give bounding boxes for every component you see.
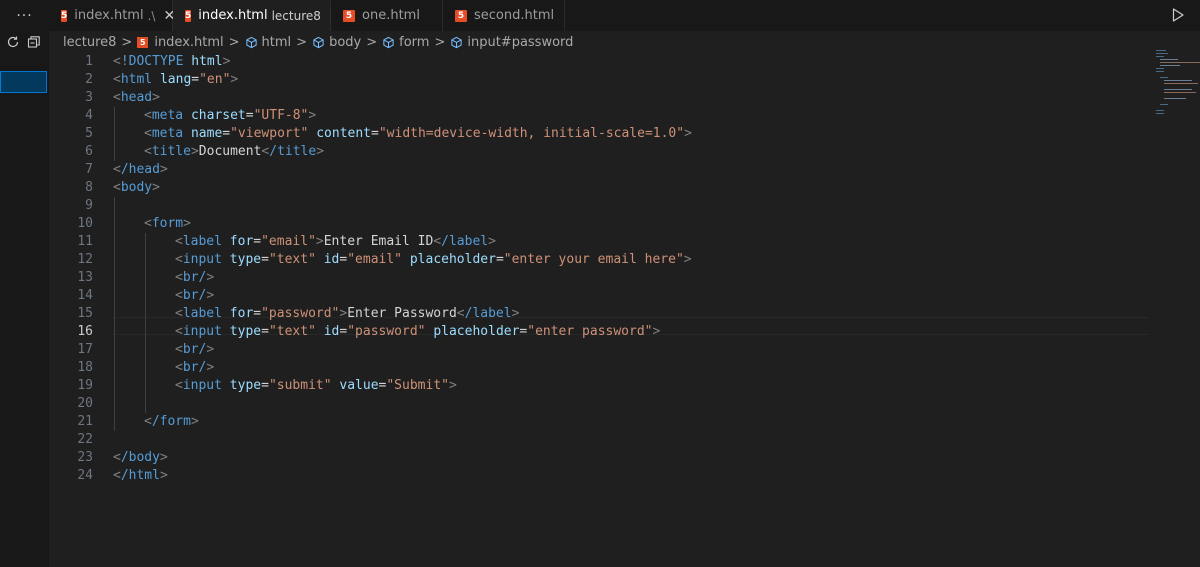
line-number: 12 [77, 252, 93, 267]
line-number: 8 [85, 180, 93, 195]
code-line-15[interactable]: <label for="password">Enter Password</la… [175, 305, 519, 323]
code-line-7[interactable]: </head> [113, 161, 168, 179]
line-number: 17 [77, 342, 93, 357]
minimap[interactable] [1154, 49, 1200, 119]
code-line-1[interactable]: <!DOCTYPE html> [113, 53, 230, 71]
code-line-4[interactable]: <meta charset="UTF-8"> [144, 107, 316, 125]
cube-icon [383, 36, 394, 48]
indent-guide [145, 233, 146, 413]
line-number: 7 [85, 162, 93, 177]
chevron-right-icon: > [434, 34, 446, 50]
html5-icon: 5 [455, 9, 467, 22]
code-line-14[interactable]: <br/> [175, 287, 214, 305]
line-number: 18 [77, 360, 93, 375]
chevron-right-icon: > [296, 34, 308, 50]
indent-guide [114, 197, 115, 431]
code-line-17[interactable]: <br/> [175, 341, 214, 359]
collapse-all-icon[interactable] [25, 33, 43, 51]
breadcrumb-body[interactable]: body [329, 35, 361, 50]
code-line-3[interactable]: <head> [113, 89, 160, 107]
tab-description: lecture8 [271, 8, 321, 23]
tab-label: one.html [362, 8, 420, 23]
code-line-23[interactable]: </body> [113, 449, 168, 467]
more-actions-icon[interactable]: ··· [0, 0, 49, 31]
code-line-5[interactable]: <meta name="viewport" content="width=dev… [144, 125, 692, 143]
breadcrumb-form[interactable]: form [399, 35, 429, 50]
cube-icon [451, 36, 463, 48]
html5-icon: 5 [185, 9, 192, 22]
chevron-right-icon: > [366, 34, 378, 50]
line-number: 4 [85, 108, 93, 123]
chevron-right-icon: > [228, 34, 240, 50]
tab-label: index.html [74, 8, 144, 23]
code-line-13[interactable]: <br/> [175, 269, 214, 287]
indent-guide [114, 107, 115, 161]
code-line-19[interactable]: <input type="submit" value="Submit"> [175, 377, 457, 395]
html5-icon: 5 [61, 9, 68, 22]
breadcrumb-html[interactable]: html [262, 35, 292, 50]
cube-icon [313, 36, 324, 48]
tab-description: .\ [147, 8, 156, 23]
code-line-24[interactable]: </html> [113, 467, 168, 485]
breadcrumb-file[interactable]: index.html [154, 35, 223, 50]
code-line-8[interactable]: <body> [113, 179, 160, 197]
line-number: 10 [77, 216, 93, 231]
code-line-11[interactable]: <label for="email">Enter Email ID</label… [175, 233, 496, 251]
code-line-18[interactable]: <br/> [175, 359, 214, 377]
line-number: 11 [77, 234, 93, 249]
play-icon[interactable] [1170, 7, 1186, 23]
line-number: 21 [77, 414, 93, 429]
code-line-16[interactable]: <input type="text" id="password" placeho… [175, 323, 660, 341]
line-number: 14 [77, 288, 93, 303]
refresh-icon[interactable] [4, 33, 22, 51]
tab-one-html[interactable]: 5 one.html [331, 0, 443, 31]
code-line-12[interactable]: <input type="text" id="email" placeholde… [175, 251, 692, 269]
tab-second-html[interactable]: 5 second.html [443, 0, 565, 31]
cube-icon [245, 36, 257, 48]
tab-label: second.html [474, 8, 555, 23]
line-number: 22 [77, 432, 93, 447]
breadcrumb: lecture8 > 5 index.html > html > body > … [49, 31, 1200, 53]
code-line-6[interactable]: <title>Document</title> [144, 143, 324, 161]
html5-icon: 5 [343, 9, 355, 22]
line-number: 5 [85, 126, 93, 141]
line-number: 9 [85, 198, 93, 213]
code-editor[interactable]: 1 2 3 4 5 6 7 8 9 10 11 12 13 14 15 16 1… [49, 53, 1200, 567]
line-number: 24 [77, 468, 93, 483]
breadcrumb-folder[interactable]: lecture8 [63, 35, 116, 50]
line-number-active: 16 [77, 324, 93, 339]
tab-index-html-lecture8[interactable]: 5 index.html lecture8 ✕ [173, 0, 341, 31]
tab-index-html-root[interactable]: 5 index.html .\ ✕ [49, 0, 175, 31]
code-line-21[interactable]: </form> [144, 413, 199, 431]
code-line-2[interactable]: <html lang="en"> [113, 71, 238, 89]
chevron-right-icon: > [121, 34, 133, 50]
tab-bar: 5 index.html .\ ✕ 5 index.html lecture8 … [49, 0, 1200, 31]
line-number: 2 [85, 72, 93, 87]
breadcrumb-input-password[interactable]: input#password [467, 35, 573, 50]
left-panel-strip: ··· [0, 0, 50, 567]
html5-icon: 5 [137, 36, 149, 48]
line-number: 1 [85, 54, 93, 69]
line-number: 3 [85, 90, 93, 105]
selected-explorer-item[interactable] [0, 71, 47, 93]
line-number: 23 [77, 450, 93, 465]
line-number: 19 [77, 378, 93, 393]
line-number: 20 [77, 396, 93, 411]
line-number: 15 [77, 306, 93, 321]
line-number: 6 [85, 144, 93, 159]
code-line-10[interactable]: <form> [144, 215, 191, 233]
line-number: 13 [77, 270, 93, 285]
tab-label: index.html [198, 8, 268, 23]
